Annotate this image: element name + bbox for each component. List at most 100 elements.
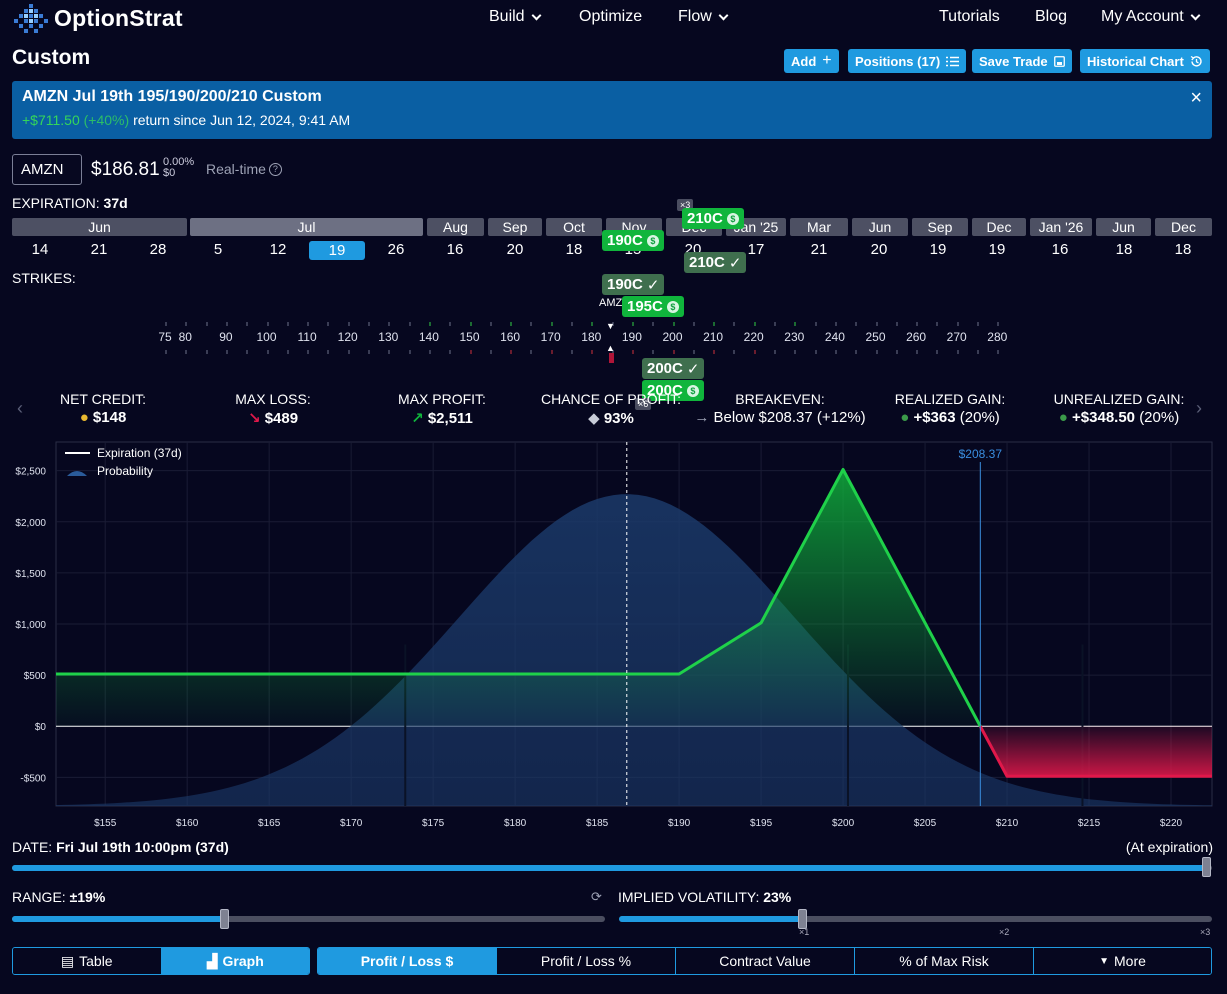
strike-tick[interactable] bbox=[672, 350, 675, 354]
expiry-day[interactable]: 20 bbox=[859, 241, 899, 258]
strike-tick[interactable] bbox=[895, 350, 898, 354]
strike-tick[interactable] bbox=[916, 322, 919, 326]
strike-tick[interactable] bbox=[530, 350, 533, 354]
strike-tick[interactable] bbox=[530, 322, 533, 326]
close-icon[interactable]: × bbox=[1190, 87, 1202, 110]
pl-percent-button[interactable]: Profit / Loss % bbox=[497, 948, 676, 974]
strike-tick[interactable] bbox=[855, 350, 858, 354]
strike-tick[interactable] bbox=[895, 322, 898, 326]
strike-tick[interactable] bbox=[956, 322, 959, 326]
strike-tick[interactable] bbox=[510, 322, 513, 326]
strike-tick[interactable] bbox=[347, 322, 350, 326]
strike-tick[interactable] bbox=[733, 350, 736, 354]
strike-tick[interactable] bbox=[672, 322, 675, 326]
more-button[interactable]: ▼ More bbox=[1034, 948, 1211, 974]
strike-label[interactable]: 210 bbox=[703, 330, 723, 344]
strike-tick[interactable] bbox=[875, 322, 878, 326]
leg-tag-210c[interactable]: 210C $ bbox=[682, 208, 744, 229]
strike-tick[interactable] bbox=[469, 322, 472, 326]
strike-tick[interactable] bbox=[774, 322, 776, 326]
strike-tick[interactable] bbox=[713, 322, 716, 326]
strike-tick[interactable] bbox=[286, 350, 289, 354]
strike-tick[interactable] bbox=[814, 322, 817, 326]
chevron-right-icon[interactable]: › bbox=[1196, 398, 1202, 419]
strike-tick[interactable] bbox=[307, 350, 310, 354]
leg-tag-210c-held[interactable]: 210C ✓ bbox=[684, 252, 747, 273]
strike-tick[interactable] bbox=[327, 350, 330, 354]
strike-label[interactable]: 240 bbox=[825, 330, 845, 344]
strike-label[interactable]: 110 bbox=[298, 330, 317, 344]
leg-tag-195c[interactable]: 195C $ bbox=[622, 296, 684, 317]
leg-tag-200c-held[interactable]: 200C ✓ bbox=[642, 358, 705, 379]
strike-tick[interactable] bbox=[997, 322, 1000, 326]
strike-tick[interactable] bbox=[591, 322, 594, 326]
strike-tick[interactable] bbox=[692, 322, 695, 326]
date-slider-handle[interactable] bbox=[1202, 857, 1212, 877]
strike-label[interactable]: 160 bbox=[500, 330, 520, 344]
strike-label[interactable]: 120 bbox=[338, 330, 358, 344]
strike-tick[interactable] bbox=[266, 350, 269, 354]
strike-label[interactable]: 280 bbox=[987, 330, 1007, 344]
strike-tick[interactable] bbox=[327, 322, 330, 326]
strike-tick[interactable] bbox=[713, 350, 716, 354]
strike-tick[interactable] bbox=[652, 350, 655, 354]
strike-tick[interactable] bbox=[916, 350, 919, 354]
save-trade-button[interactable]: Save Trade bbox=[972, 49, 1072, 73]
expiry-day[interactable]: 19 bbox=[918, 241, 958, 258]
strike-tick[interactable] bbox=[794, 322, 797, 326]
strike-tick[interactable] bbox=[225, 322, 228, 326]
iv-slider[interactable] bbox=[619, 916, 1212, 922]
strike-tick[interactable] bbox=[368, 322, 370, 326]
strike-tick[interactable] bbox=[510, 350, 513, 354]
expiry-day[interactable]: 21 bbox=[79, 241, 119, 258]
strike-tick[interactable] bbox=[571, 350, 573, 354]
strike-label[interactable]: 260 bbox=[906, 330, 926, 344]
strike-tick[interactable] bbox=[753, 322, 756, 326]
expiry-day[interactable]: 18 bbox=[1104, 241, 1144, 258]
iv-slider-handle[interactable] bbox=[797, 909, 807, 929]
brand-logo[interactable]: OptionStrat bbox=[14, 2, 183, 34]
strike-tick[interactable] bbox=[225, 350, 228, 354]
nav-account[interactable]: My Account bbox=[1101, 8, 1201, 26]
leg-tag-190c[interactable]: 190C $ bbox=[602, 230, 664, 251]
strike-label[interactable]: 150 bbox=[459, 330, 479, 344]
strike-label[interactable]: 130 bbox=[378, 330, 398, 344]
expiry-day[interactable]: 12 bbox=[258, 241, 298, 258]
strike-tick[interactable] bbox=[449, 322, 452, 326]
strike-tick[interactable] bbox=[550, 350, 553, 354]
strike-tick[interactable] bbox=[631, 322, 634, 326]
strike-tick[interactable] bbox=[205, 322, 208, 326]
positions-button[interactable]: Positions (17) bbox=[848, 49, 967, 73]
leg-tag-190c-held[interactable]: 190C ✓ bbox=[602, 274, 665, 295]
expiry-day[interactable]: 5 bbox=[198, 241, 238, 258]
chevron-left-icon[interactable]: ‹ bbox=[17, 398, 23, 419]
nav-blog[interactable]: Blog bbox=[1035, 8, 1067, 26]
range-slider-handle[interactable] bbox=[220, 909, 230, 929]
reset-icon[interactable]: ⟳ bbox=[591, 889, 602, 905]
date-slider[interactable] bbox=[12, 865, 1212, 871]
max-risk-button[interactable]: % of Max Risk bbox=[855, 948, 1034, 974]
strike-tick[interactable] bbox=[652, 322, 655, 326]
strike-tick[interactable] bbox=[165, 322, 167, 326]
strike-label[interactable]: 190 bbox=[622, 330, 642, 344]
strike-tick[interactable] bbox=[692, 350, 695, 354]
strike-label[interactable]: 140 bbox=[419, 330, 439, 344]
add-button[interactable]: Add + bbox=[784, 49, 839, 73]
strike-tick[interactable] bbox=[266, 322, 269, 326]
strike-tick[interactable] bbox=[753, 350, 756, 354]
strike-tick[interactable] bbox=[205, 350, 208, 354]
strike-tick[interactable] bbox=[733, 322, 736, 326]
strike-tick[interactable] bbox=[246, 350, 249, 354]
strike-label[interactable]: 170 bbox=[541, 330, 561, 344]
symbol-input[interactable] bbox=[12, 154, 82, 185]
strike-label[interactable]: 80 bbox=[179, 330, 192, 344]
expiry-day[interactable]: 26 bbox=[376, 241, 416, 258]
strike-tick[interactable] bbox=[997, 350, 1000, 354]
strike-label[interactable]: 75 bbox=[158, 330, 171, 344]
strike-tick[interactable] bbox=[571, 322, 573, 326]
expiry-day[interactable]: 20 bbox=[495, 241, 535, 258]
graph-view-button[interactable]: ▟ Graph bbox=[161, 948, 309, 974]
strike-tick[interactable] bbox=[977, 322, 979, 326]
strike-label[interactable]: 250 bbox=[865, 330, 885, 344]
nav-optimize[interactable]: Optimize bbox=[579, 8, 642, 26]
